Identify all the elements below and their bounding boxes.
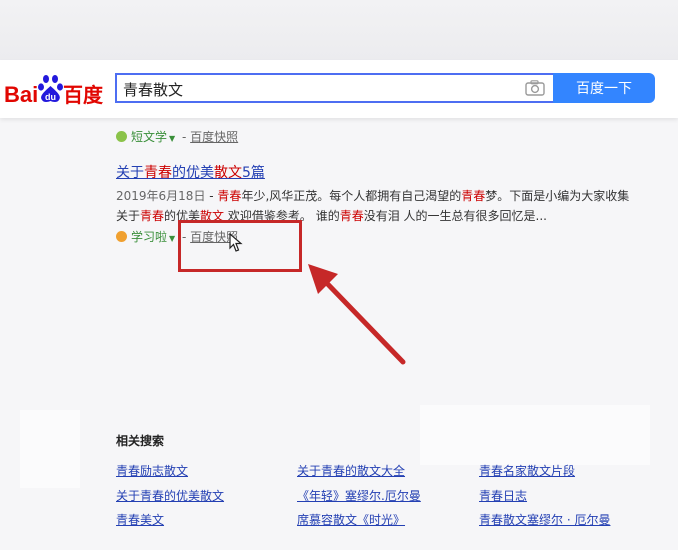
title-part: 5篇	[242, 165, 265, 181]
search-input[interactable]	[123, 78, 513, 100]
chevron-down-icon[interactable]: ▼	[169, 234, 175, 243]
snippet-keyword: 青春	[461, 189, 486, 203]
snippet-keyword: 青春	[217, 189, 242, 203]
faded-overlay	[20, 410, 80, 488]
related-link[interactable]: 关于青春的散文大全	[297, 462, 405, 479]
svg-text:Bai: Bai	[4, 82, 38, 107]
svg-text:百度: 百度	[63, 83, 104, 107]
title-part: 的优美	[172, 165, 214, 181]
snippet-text: 没有泪 人的一生总有很多回忆是...	[363, 209, 547, 223]
search-header: Bai du 百度 百度一下	[0, 60, 678, 118]
search-button[interactable]: 百度一下	[553, 73, 655, 103]
title-part: 关于	[116, 165, 144, 181]
baidu-logo[interactable]: Bai du 百度	[4, 70, 108, 110]
related-searches: 相关搜索 青春励志散文 关于青春的散文大全 青春名家散文片段 关于青春的优美散文…	[116, 432, 646, 527]
cache-link[interactable]: 百度快照	[190, 130, 238, 144]
snippet-text: 年少,风华正茂。每个人都拥有自己渴望的	[241, 189, 462, 203]
svg-text:du: du	[45, 92, 56, 102]
separator: -	[205, 189, 218, 203]
source-name[interactable]: 学习啦	[131, 230, 167, 244]
site-icon	[116, 131, 127, 142]
mouse-cursor-icon	[229, 233, 243, 252]
search-box[interactable]	[115, 73, 553, 103]
source-name[interactable]: 短文学	[131, 130, 167, 144]
related-heading: 相关搜索	[116, 434, 165, 448]
camera-icon[interactable]	[525, 80, 545, 96]
separator: -	[178, 130, 191, 144]
result-title-link[interactable]: 关于青春的优美散文5篇	[116, 162, 265, 182]
site-icon	[116, 231, 127, 242]
related-link[interactable]: 青春励志散文	[116, 462, 188, 479]
related-link[interactable]: 青春名家散文片段	[479, 462, 575, 479]
title-keyword: 散文	[214, 165, 242, 181]
result-date: 2019年6月18日	[116, 189, 206, 203]
browser-top-area	[0, 0, 678, 60]
related-link[interactable]: 青春散文塞缪尔 · 厄尔曼	[479, 511, 610, 528]
chevron-down-icon[interactable]: ▼	[169, 134, 175, 143]
red-arrow-icon	[308, 264, 406, 365]
snippet-keyword: 青春	[140, 209, 165, 223]
related-link[interactable]: 青春美文	[116, 511, 164, 528]
related-link[interactable]: 《年轻》塞缪尔.厄尔曼	[297, 487, 421, 504]
title-keyword: 青春	[144, 165, 172, 181]
related-link[interactable]: 青春日志	[479, 487, 527, 504]
related-link[interactable]: 关于青春的优美散文	[116, 487, 224, 504]
related-link[interactable]: 席慕容散文《时光》	[297, 511, 405, 528]
snippet-keyword: 青春	[339, 209, 364, 223]
result-source-row: 短文学 ▼ - 百度快照	[116, 128, 238, 145]
